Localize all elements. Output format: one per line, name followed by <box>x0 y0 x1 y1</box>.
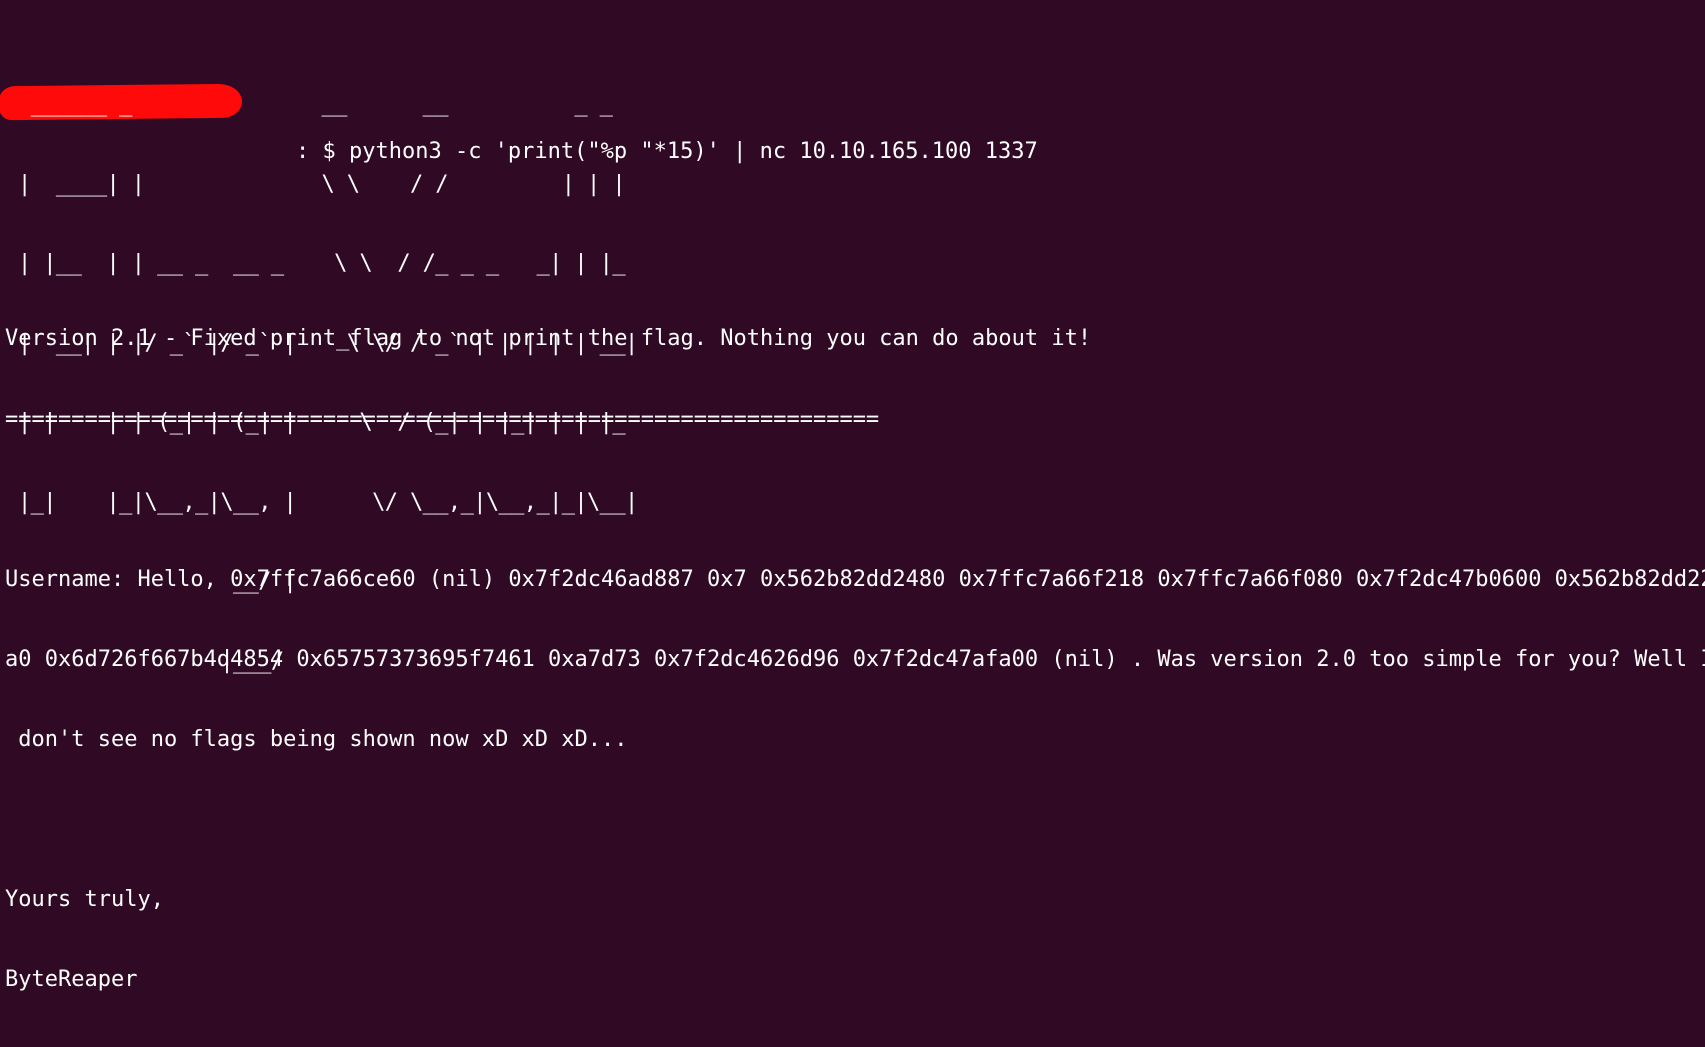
version-line: Version 2.1 - Fixed print_flag to not pr… <box>5 326 1092 352</box>
output-line: Username: Hello, 0x7ffc7a66ce60 (nil) 0x… <box>5 566 1705 592</box>
signoff-line: Yours truly, <box>5 887 164 913</box>
separator-line: ========================================… <box>5 406 880 432</box>
program-output: Version 2.1 - Fixed print_flag to not pr… <box>5 273 1705 1047</box>
terminal-window[interactable]: : $ python3 -c 'print("%p "*15)' | nc 10… <box>0 5 1705 992</box>
banner-line: | ____| | \ \ / / | | | <box>18 171 651 197</box>
output-line: a0 0x6d726f667b4d4854 0x65757373695f7461… <box>5 646 1705 672</box>
signature-line: ByteReaper <box>5 967 138 993</box>
banner-line: ______ _ __ __ _ _ <box>18 92 651 117</box>
output-line: don't see no flags being shown now xD xD… <box>5 726 628 752</box>
